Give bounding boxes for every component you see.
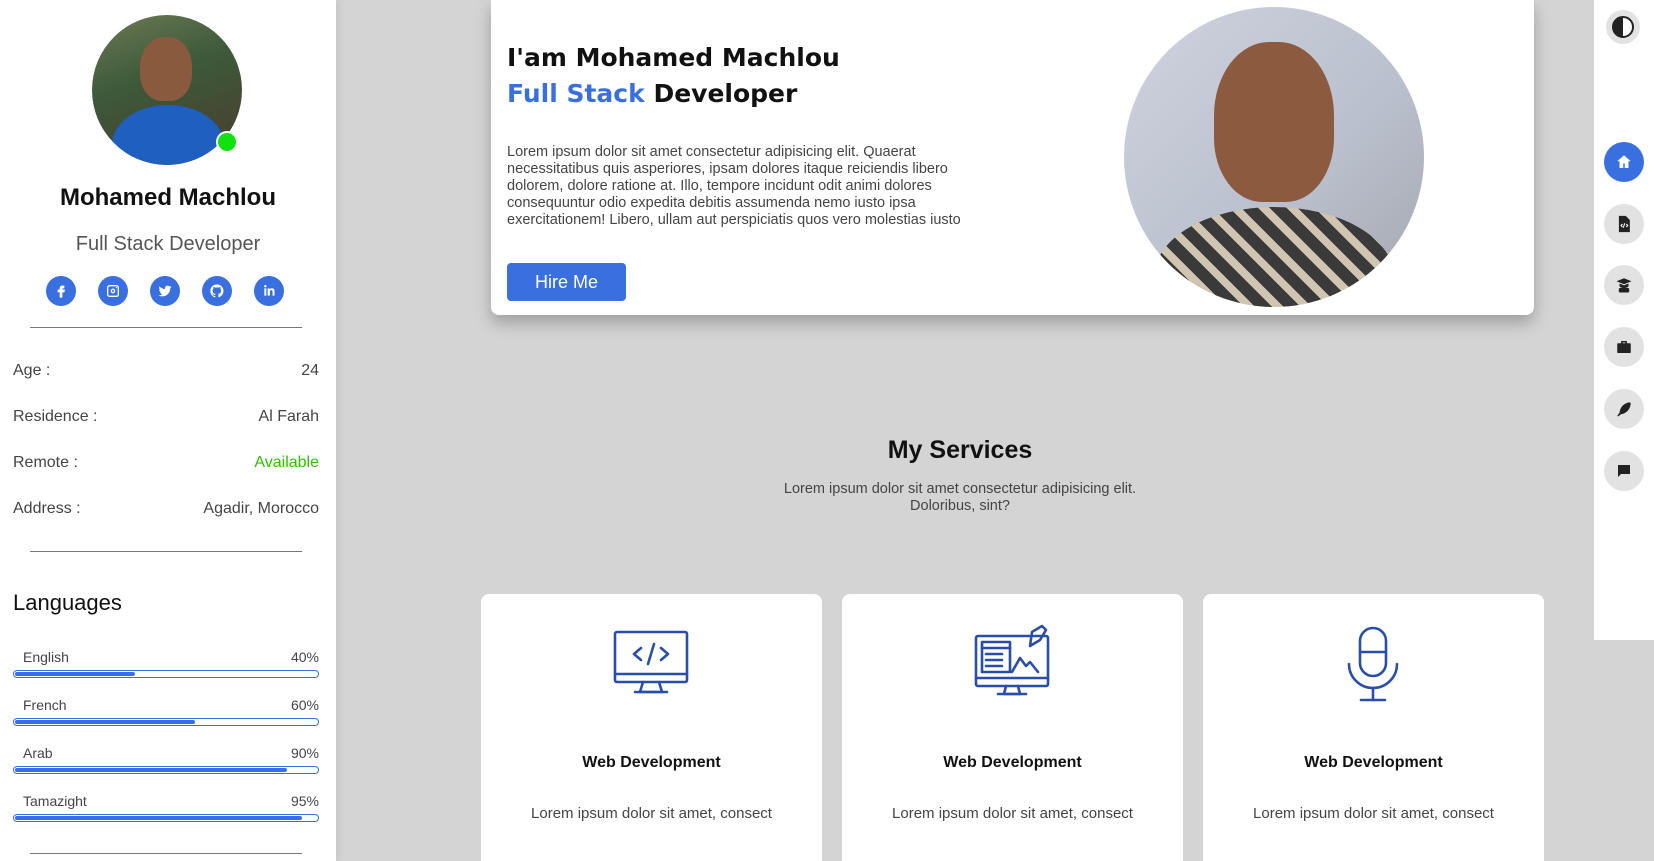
hire-me-button[interactable]: Hire Me (507, 263, 626, 301)
service-title: Web Development (1304, 754, 1443, 771)
service-text: Lorem ipsum dolor sit amet, consect (1253, 805, 1494, 822)
language-name: French (23, 697, 67, 713)
language-progress-fill (15, 816, 302, 820)
language-progress-bar (13, 670, 319, 678)
twitter-icon[interactable] (150, 276, 180, 306)
right-navigation (1594, 0, 1654, 640)
online-status-dot (216, 131, 238, 153)
hero-portrait (1124, 7, 1424, 307)
social-links (46, 276, 284, 306)
instagram-icon[interactable] (98, 276, 128, 306)
divider (30, 853, 302, 854)
theme-toggle-icon[interactable] (1606, 10, 1640, 44)
chat-icon[interactable] (1604, 451, 1644, 491)
linkedin-icon[interactable] (254, 276, 284, 306)
profile-sidebar: Mohamed Machlou Full Stack Developer Age… (0, 0, 336, 861)
info-label: Residence : (13, 408, 98, 425)
hero-card: I'am Mohamed Machlou Full Stack Develope… (491, 0, 1534, 315)
code-file-icon[interactable] (1604, 204, 1644, 244)
github-icon[interactable] (202, 276, 232, 306)
service-title: Web Development (582, 754, 721, 771)
info-label: Remote : (13, 454, 78, 471)
hero-heading: I'am Mohamed Machlou Full Stack Develope… (507, 40, 840, 112)
service-title: Web Development (943, 754, 1082, 771)
hero-role-rest: Developer (644, 79, 798, 108)
graduation-icon[interactable] (1604, 265, 1644, 305)
language-name: Tamazight (23, 793, 87, 809)
service-card[interactable]: Web Development Lorem ipsum dolor sit am… (481, 594, 822, 861)
info-label: Age : (13, 362, 51, 379)
info-value: Al Farah (258, 408, 319, 425)
info-row-remote: Remote : Available (13, 454, 319, 472)
language-progress-fill (15, 672, 135, 676)
hero-description: Lorem ipsum dolor sit amet consectetur a… (507, 144, 961, 228)
home-icon[interactable] (1604, 142, 1644, 182)
language-name: Arab (23, 745, 53, 761)
languages-title: Languages (13, 590, 122, 615)
service-text: Lorem ipsum dolor sit amet, consect (531, 805, 772, 822)
info-label: Address : (13, 500, 81, 517)
info-row-address: Address : Agadir, Morocco (13, 500, 319, 518)
language-percent: 90% (290, 745, 319, 761)
language-item: French 60% (13, 697, 319, 726)
info-value: Available (254, 454, 319, 471)
service-card[interactable]: Web Development Lorem ipsum dolor sit am… (1203, 594, 1544, 861)
info-row-residence: Residence : Al Farah (13, 408, 319, 426)
language-item: Arab 90% (13, 745, 319, 774)
avatar (92, 15, 242, 165)
language-progress-bar (13, 766, 319, 774)
language-progress-fill (15, 720, 196, 724)
divider (30, 327, 302, 328)
language-progress-bar (13, 814, 319, 822)
info-row-age: Age : 24 (13, 362, 319, 380)
profile-role: Full Stack Developer (75, 233, 261, 255)
hero-intro: I'am Mohamed Machlou (507, 43, 840, 72)
feather-icon[interactable] (1604, 389, 1644, 429)
service-card[interactable]: Web Development Lorem ipsum dolor sit am… (842, 594, 1183, 861)
hero-role-accent: Full Stack (507, 79, 645, 108)
microphone-icon (1333, 624, 1413, 704)
code-monitor-icon (611, 624, 691, 704)
language-item: Tamazight 95% (13, 793, 319, 822)
briefcase-icon[interactable] (1604, 327, 1644, 367)
service-text: Lorem ipsum dolor sit amet, consect (892, 805, 1133, 822)
services-subtitle: Lorem ipsum dolor sit amet consectetur a… (783, 481, 1137, 514)
language-name: English (23, 649, 69, 665)
language-progress-bar (13, 718, 319, 726)
services-title: My Services (887, 436, 1033, 464)
info-value: Agadir, Morocco (203, 500, 319, 517)
design-monitor-icon (972, 624, 1052, 704)
language-item: English 40% (13, 649, 319, 678)
language-percent: 40% (290, 649, 319, 665)
facebook-icon[interactable] (46, 276, 76, 306)
language-progress-fill (15, 768, 287, 772)
language-percent: 95% (290, 793, 319, 809)
divider (30, 551, 302, 552)
profile-name: Mohamed Machlou (59, 184, 276, 211)
language-percent: 60% (290, 697, 319, 713)
info-value: 24 (301, 362, 319, 379)
